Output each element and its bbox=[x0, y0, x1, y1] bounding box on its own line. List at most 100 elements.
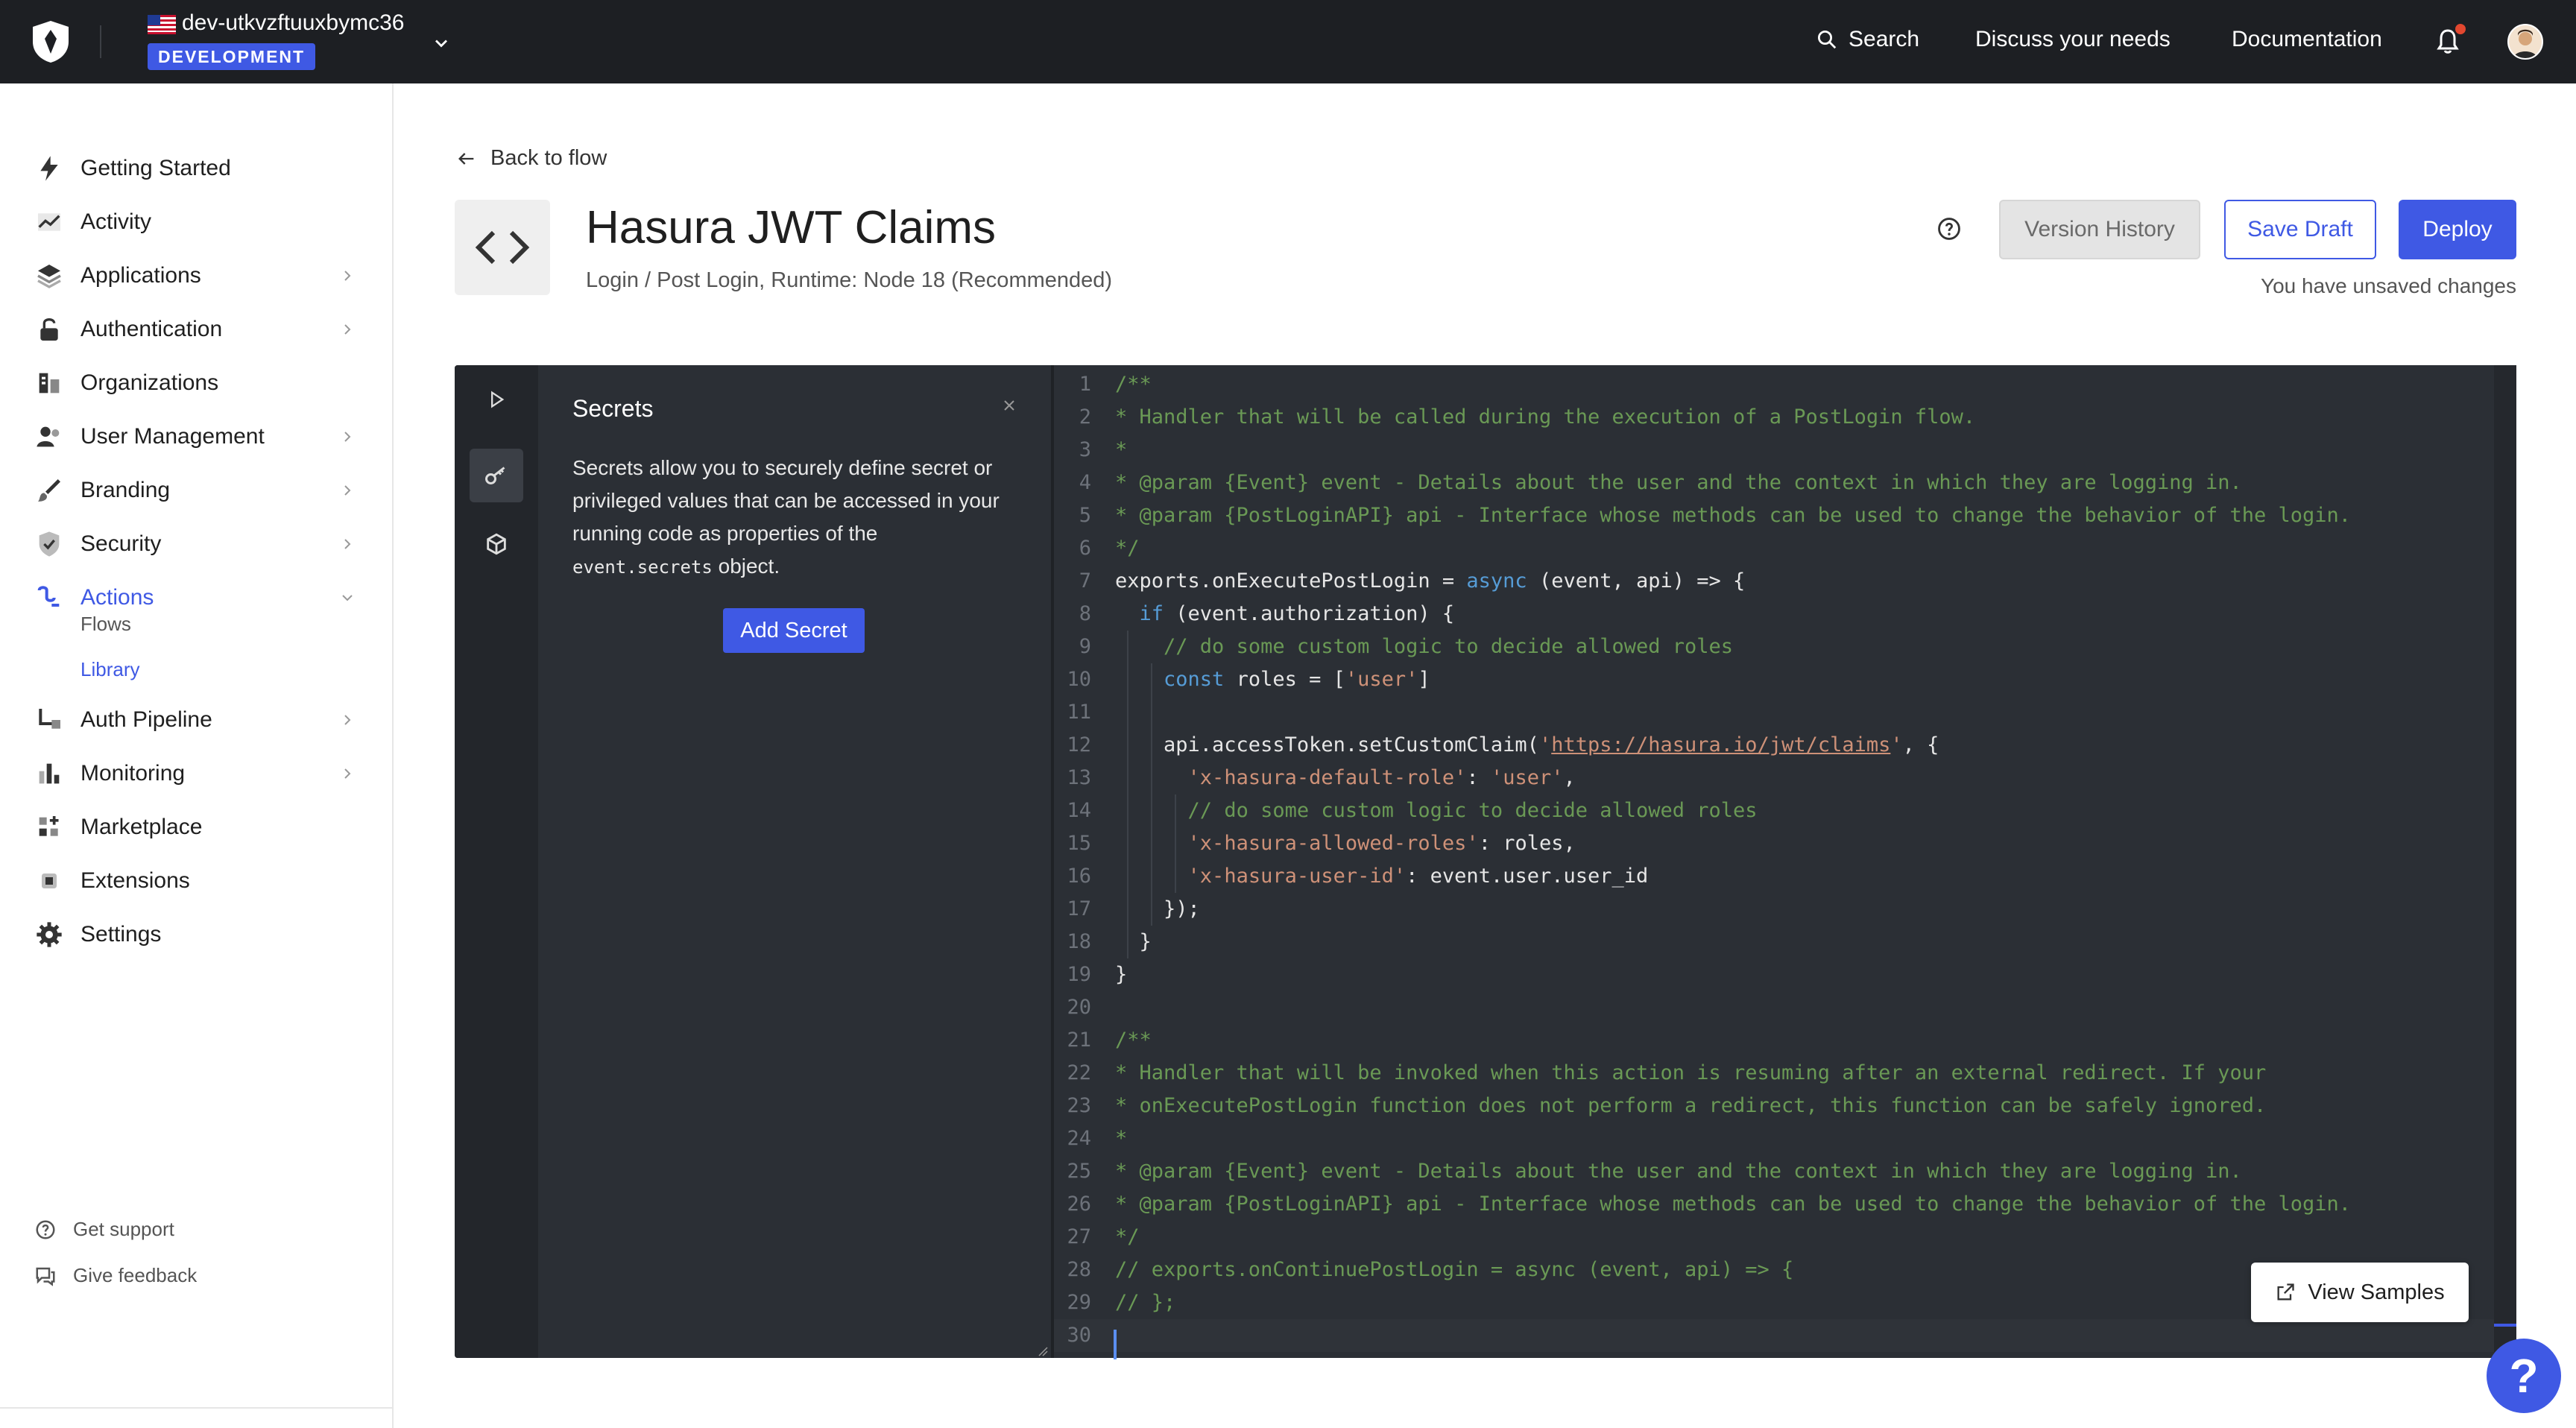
code-line[interactable]: 15 'x-hasura-allowed-roles': roles, bbox=[1054, 827, 2494, 860]
page-subtitle: Login / Post Login, Runtime: Node 18 (Re… bbox=[586, 268, 1113, 292]
sidebar-item-extensions[interactable]: Extensions bbox=[0, 859, 392, 903]
tenant-name[interactable]: dev-utkvzftuuxbymc36 bbox=[182, 10, 404, 36]
code-text: /** bbox=[1115, 373, 1152, 396]
help-circle-icon[interactable] bbox=[1936, 216, 1962, 241]
text-cursor bbox=[1114, 1330, 1117, 1359]
code-line[interactable]: 1 /** bbox=[1054, 368, 2494, 401]
code-line[interactable]: 23 * onExecutePostLogin function does not… bbox=[1054, 1090, 2494, 1122]
sidebar-item-activity[interactable]: Activity bbox=[0, 200, 392, 244]
code-line[interactable]: 26 * @param {PostLoginAPI} api - Interfac… bbox=[1054, 1188, 2494, 1221]
get-support-link[interactable]: Get support bbox=[34, 1218, 174, 1241]
sidebar-item-user-management[interactable]: User Management bbox=[0, 414, 392, 459]
code-line[interactable]: 13 'x-hasura-default-role': 'user', bbox=[1054, 762, 2494, 794]
indent-guide bbox=[1127, 631, 1128, 958]
search-button[interactable]: Search bbox=[1816, 27, 1919, 52]
documentation-link[interactable]: Documentation bbox=[2232, 27, 2382, 52]
code-text: } bbox=[1115, 963, 1128, 986]
code-text: // do some custom logic to decide allowe… bbox=[1187, 799, 1758, 822]
discuss-needs-link[interactable]: Discuss your needs bbox=[1975, 27, 2171, 52]
code-line[interactable]: 30 bbox=[1054, 1319, 2494, 1352]
code-line[interactable]: 19} bbox=[1054, 958, 2494, 991]
sidebar-item-settings[interactable]: Settings bbox=[0, 912, 392, 957]
save-draft-button[interactable]: Save Draft bbox=[2224, 200, 2376, 259]
top-bar: dev-utkvzftuuxbymc36 DEVELOPMENT Search … bbox=[0, 0, 2576, 83]
sidebar-item-marketplace[interactable]: Marketplace bbox=[0, 805, 392, 850]
sidebar-item-auth-pipeline[interactable]: Auth Pipeline bbox=[0, 698, 392, 742]
code-line[interactable]: 5 * @param {PostLoginAPI} api - Interface… bbox=[1054, 499, 2494, 532]
code-line[interactable]: 6 */ bbox=[1054, 532, 2494, 565]
arrow-left-icon bbox=[458, 152, 474, 165]
run-test-button[interactable] bbox=[470, 373, 523, 426]
avatar[interactable] bbox=[2507, 24, 2543, 60]
line-number: 21 bbox=[1067, 1029, 1091, 1052]
code-editor[interactable]: 1 /** 2 * Handler that will be called durin… bbox=[1054, 365, 2494, 1358]
sidebar-item-label: Authentication bbox=[80, 317, 223, 341]
brush-icon bbox=[38, 479, 60, 502]
code-line[interactable]: 22 * Handler that will be invoked when th… bbox=[1054, 1057, 2494, 1090]
code-line[interactable]: 12 api.accessToken.setCustomClaim('https… bbox=[1054, 729, 2494, 762]
code-line[interactable]: 14 // do some custom logic to decide all… bbox=[1054, 794, 2494, 827]
help-fab-button[interactable]: ? bbox=[2487, 1339, 2561, 1413]
page-title: Hasura JWT Claims bbox=[586, 202, 997, 253]
resize-grip-icon[interactable] bbox=[1038, 1346, 1048, 1356]
line-number: 2 bbox=[1079, 405, 1091, 429]
code-line[interactable]: 16 'x-hasura-user-id': event.user.user_i… bbox=[1054, 860, 2494, 893]
line-number: 18 bbox=[1067, 930, 1091, 953]
line-number: 6 bbox=[1079, 537, 1091, 560]
code-text: * @param {Event} event - Details about t… bbox=[1115, 471, 2242, 494]
back-to-flow-label: Back to flow bbox=[490, 146, 607, 170]
secrets-button[interactable] bbox=[470, 449, 523, 502]
line-number: 12 bbox=[1067, 733, 1091, 756]
dependencies-button[interactable] bbox=[470, 517, 523, 571]
sidebar-item-label: Marketplace bbox=[80, 815, 203, 839]
code-line[interactable]: 4 * @param {Event} event - Details about … bbox=[1054, 467, 2494, 499]
chevron-down-icon[interactable] bbox=[431, 33, 452, 54]
code-text: exports.onExecutePostLogin = async (even… bbox=[1115, 569, 1746, 593]
code-line[interactable]: 2 * Handler that will be called during th… bbox=[1054, 401, 2494, 434]
auth0-logo-icon[interactable] bbox=[30, 19, 72, 64]
play-icon bbox=[491, 391, 505, 408]
close-icon[interactable] bbox=[1000, 397, 1018, 414]
sidebar-item-branding[interactable]: Branding bbox=[0, 468, 392, 513]
line-number: 11 bbox=[1067, 701, 1091, 724]
code-text: * Handler that will be invoked when this… bbox=[1115, 1061, 2267, 1084]
code-line[interactable]: 21 /** bbox=[1054, 1024, 2494, 1057]
give-feedback-link[interactable]: Give feedback bbox=[34, 1264, 197, 1287]
deploy-button[interactable]: Deploy bbox=[2399, 200, 2516, 259]
sidebar-item-actions[interactable]: Actions bbox=[0, 575, 392, 620]
sidebar-item-getting-started[interactable]: Getting Started bbox=[0, 146, 392, 191]
code-line[interactable]: 18 } bbox=[1054, 926, 2494, 958]
back-to-flow-link[interactable]: Back to flow bbox=[456, 146, 607, 171]
code-line[interactable]: 24 * bbox=[1054, 1122, 2494, 1155]
code-text: } bbox=[1115, 930, 1152, 953]
sidebar-item-organizations[interactable]: Organizations bbox=[0, 361, 392, 405]
code-line[interactable]: 7 exports.onExecutePostLogin = async (eve… bbox=[1054, 565, 2494, 598]
add-secret-button[interactable]: Add Secret bbox=[723, 608, 865, 653]
code-text: */ bbox=[1115, 537, 1140, 560]
sidebar-item-applications[interactable]: Applications bbox=[0, 253, 392, 298]
code-line[interactable]: 11 bbox=[1054, 696, 2494, 729]
code-text: // exports.onContinuePostLogin = async (… bbox=[1115, 1258, 1794, 1281]
view-samples-button[interactable]: View Samples bbox=[2251, 1263, 2469, 1322]
line-number: 1 bbox=[1079, 373, 1091, 396]
code-line[interactable]: 10 const roles = ['user'] bbox=[1054, 663, 2494, 696]
editor-scrollbar-thumb[interactable] bbox=[2494, 1324, 2516, 1327]
code-line[interactable]: 25 * @param {Event} event - Details about… bbox=[1054, 1155, 2494, 1188]
sidebar-subitem-library[interactable]: Library bbox=[80, 658, 139, 681]
code-line[interactable]: 9 // do some custom logic to decide allo… bbox=[1054, 631, 2494, 663]
sidebar-item-monitoring[interactable]: Monitoring bbox=[0, 751, 392, 796]
code-line[interactable]: 20 bbox=[1054, 991, 2494, 1024]
editor-scrollbar[interactable] bbox=[2494, 365, 2516, 1358]
version-history-button[interactable]: Version History bbox=[1999, 200, 2200, 259]
action-code-icon-tile bbox=[455, 200, 550, 295]
code-line[interactable]: 8 if (event.authorization) { bbox=[1054, 598, 2494, 631]
code-line[interactable]: 27 */ bbox=[1054, 1221, 2494, 1254]
code-text: * onExecutePostLogin function does not p… bbox=[1115, 1094, 2267, 1117]
sidebar-item-security[interactable]: Security bbox=[0, 522, 392, 566]
code-line[interactable]: 3 * bbox=[1054, 434, 2494, 467]
lock-icon bbox=[40, 318, 58, 341]
pipeline-icon bbox=[39, 709, 60, 729]
sidebar-subitem-flows[interactable]: Flows bbox=[80, 613, 131, 636]
sidebar-item-authentication[interactable]: Authentication bbox=[0, 307, 392, 352]
code-line[interactable]: 17 }); bbox=[1054, 893, 2494, 926]
